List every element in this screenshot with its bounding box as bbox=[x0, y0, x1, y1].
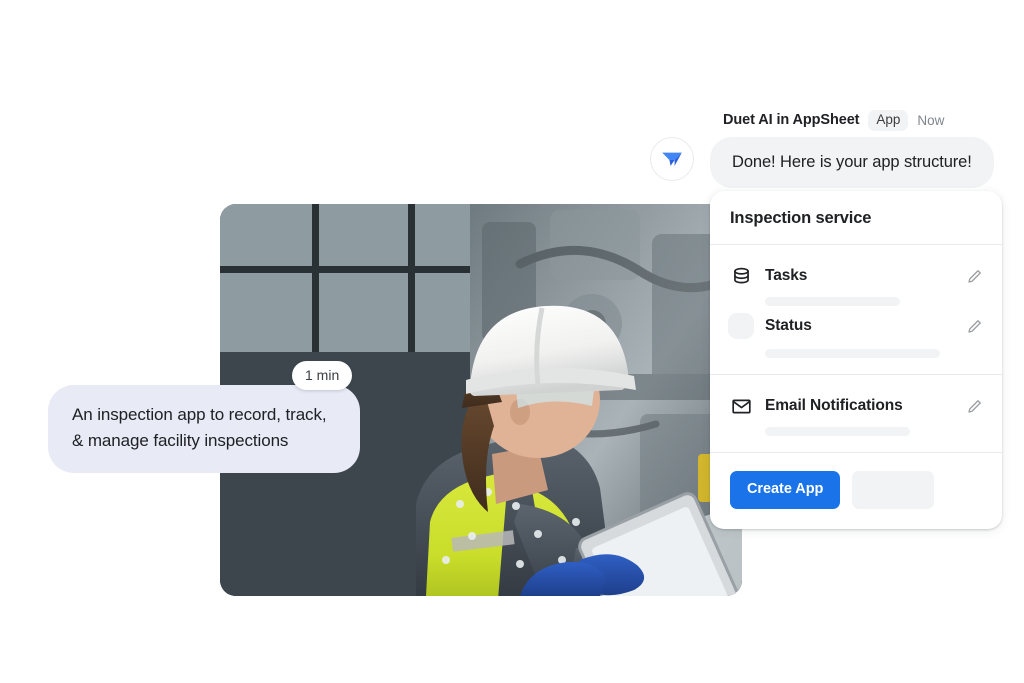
structure-row-label: Tasks bbox=[765, 267, 808, 284]
assistant-source-badge: App bbox=[868, 110, 909, 131]
create-app-button[interactable]: Create App bbox=[730, 471, 841, 509]
assistant-timestamp: Now bbox=[917, 112, 945, 128]
user-message-bubble: An inspection app to record, track, & ma… bbox=[48, 385, 360, 473]
assistant-message-header: Duet AI in AppSheet App Now bbox=[723, 110, 944, 131]
app-structure-card: Inspection service Tasks Status Email No… bbox=[710, 191, 1002, 529]
message-timestamp-chip: 1 min bbox=[292, 361, 353, 390]
blank-placeholder-icon bbox=[728, 313, 754, 339]
structure-row-placeholder-bar bbox=[765, 427, 910, 436]
secondary-action-button[interactable] bbox=[852, 471, 935, 509]
structure-row-placeholder-bar bbox=[765, 349, 940, 358]
assistant-sender-name: Duet AI in AppSheet bbox=[723, 112, 860, 129]
pencil-icon[interactable] bbox=[966, 267, 984, 285]
structure-row-label: Status bbox=[765, 317, 812, 334]
user-message-line-2: & manage facility inspections bbox=[72, 431, 289, 450]
card-actions: Create App bbox=[710, 453, 1002, 529]
envelope-icon bbox=[730, 395, 752, 417]
structure-row-placeholder-bar bbox=[765, 297, 900, 306]
app-structure-title: Inspection service bbox=[730, 209, 872, 227]
database-icon bbox=[730, 265, 752, 287]
pencil-icon[interactable] bbox=[966, 397, 984, 415]
structure-row-status[interactable]: Status bbox=[710, 306, 1002, 339]
appsheet-logo-icon bbox=[650, 137, 694, 181]
structure-section-tables: Tasks Status bbox=[710, 245, 1002, 374]
user-message-line-1: An inspection app to record, track, bbox=[72, 405, 327, 424]
structure-row-tasks[interactable]: Tasks bbox=[710, 258, 1002, 287]
pencil-icon[interactable] bbox=[966, 317, 984, 335]
assistant-reply-text: Done! Here is your app structure! bbox=[732, 153, 972, 171]
structure-section-notifications: Email Notifications bbox=[710, 375, 1002, 452]
assistant-reply-bubble: Done! Here is your app structure! bbox=[710, 137, 994, 188]
structure-row-label: Email Notifications bbox=[765, 397, 903, 414]
structure-row-email-notifications[interactable]: Email Notifications bbox=[710, 388, 1002, 417]
